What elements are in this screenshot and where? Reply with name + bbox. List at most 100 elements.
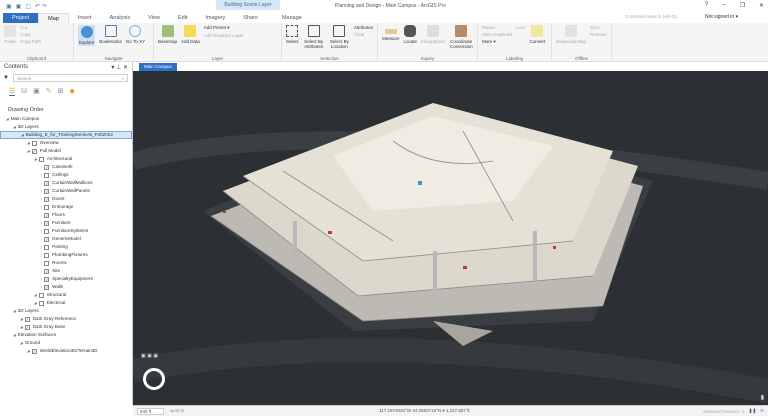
expand-toggle[interactable]: ◢ bbox=[20, 315, 23, 323]
expand-toggle[interactable]: › bbox=[41, 219, 42, 227]
expand-toggle[interactable]: › bbox=[41, 283, 42, 291]
layer-tree-item[interactable]: ◢ Main Campus bbox=[0, 115, 132, 123]
expand-toggle[interactable]: ◢ bbox=[13, 331, 16, 339]
layer-tree-item[interactable]: › ✓ Doors bbox=[0, 195, 132, 203]
add-graphics-layer-button[interactable]: Add Graphics Layer bbox=[204, 33, 244, 38]
map-view-3d[interactable]: ▣ ▣ ▣ ▮ bbox=[133, 71, 768, 405]
tab-imagery[interactable]: Imagery bbox=[196, 13, 234, 23]
select-button[interactable]: Select bbox=[286, 25, 299, 44]
add-data-button[interactable]: Add Data bbox=[181, 25, 200, 44]
layer-tree-item[interactable]: › ✓ Walls bbox=[0, 283, 132, 291]
remove-button[interactable]: Remove bbox=[590, 32, 607, 37]
lock-button[interactable]: Lock bbox=[516, 25, 526, 30]
visibility-checkbox[interactable]: ✓ bbox=[44, 164, 50, 170]
status-tools[interactable]: ⇆ ⊞ ⊟ bbox=[170, 408, 184, 414]
visibility-checkbox[interactable]: ✓ bbox=[24, 324, 30, 330]
copy-path-button[interactable]: Copy Path bbox=[20, 39, 41, 44]
layer-tree-item[interactable]: › PlumbingFixtures bbox=[0, 251, 132, 259]
cut-button[interactable]: Cut bbox=[20, 25, 41, 30]
layer-tree-item[interactable]: ◢ 2D Layers bbox=[0, 307, 132, 315]
restore-button[interactable]: ❐ bbox=[740, 2, 745, 9]
visibility-checkbox[interactable]: ✓ bbox=[44, 220, 50, 226]
sign-in-button[interactable]: Not signed in ▾ bbox=[705, 14, 738, 20]
close-button[interactable]: ✕ bbox=[759, 2, 764, 9]
expand-toggle[interactable]: ◢ bbox=[20, 323, 23, 331]
tab-analysis[interactable]: Analysis bbox=[101, 13, 139, 23]
expand-toggle[interactable]: › bbox=[41, 243, 42, 251]
expand-toggle[interactable]: ◢ bbox=[27, 347, 30, 355]
tab-insert[interactable]: Insert bbox=[69, 13, 101, 23]
expand-toggle[interactable]: ◢ bbox=[13, 307, 16, 315]
paste-button[interactable]: Paste bbox=[4, 25, 16, 44]
expand-toggle[interactable]: › bbox=[41, 179, 42, 187]
bookmarks-button[interactable]: Bookmarks bbox=[99, 25, 122, 44]
expand-toggle[interactable]: › bbox=[41, 195, 42, 203]
navigator-icon[interactable] bbox=[143, 368, 165, 390]
selected-features[interactable]: Selected Features: 1 bbox=[703, 409, 745, 414]
download-map-button[interactable]: Download Map bbox=[556, 25, 586, 44]
layer-tree-item[interactable]: ◢ ✓ WorldElevation3D/Terrain3D bbox=[0, 347, 132, 355]
visibility-checkbox[interactable] bbox=[38, 156, 44, 162]
basemap-button[interactable]: Basemap bbox=[158, 25, 177, 44]
refresh-icon[interactable]: ⟳ bbox=[760, 408, 764, 414]
visibility-checkbox[interactable] bbox=[38, 300, 44, 306]
visibility-checkbox[interactable]: ✓ bbox=[31, 148, 37, 154]
layer-tree-item[interactable]: › ✓ CurtainWallPanels bbox=[0, 187, 132, 195]
layer-tree-item[interactable]: › Entourage bbox=[0, 203, 132, 211]
layer-tree-item[interactable]: › ✓ SpecialtyEquipment bbox=[0, 275, 132, 283]
expand-toggle[interactable]: ◢ bbox=[20, 339, 23, 347]
coordinate-conversion-button[interactable]: Coordinate Conversion bbox=[450, 25, 473, 49]
layer-tree-item[interactable]: ◢ Elevation Surfaces bbox=[0, 331, 132, 339]
visibility-checkbox[interactable] bbox=[38, 292, 44, 298]
drawing-order-icon[interactable]: ☰ bbox=[9, 87, 16, 96]
expand-toggle[interactable]: ◢ bbox=[34, 155, 37, 163]
visibility-checkbox[interactable]: ✓ bbox=[24, 316, 30, 322]
tab-project[interactable]: Project bbox=[3, 13, 39, 23]
layer-tree-item[interactable]: › ✓ Site bbox=[0, 267, 132, 275]
scale-selector[interactable]: 545 ft bbox=[137, 407, 165, 415]
visibility-checkbox[interactable]: ✓ bbox=[44, 196, 50, 202]
expand-toggle[interactable]: › bbox=[41, 163, 42, 171]
expand-toggle[interactable]: ◢ bbox=[13, 123, 16, 131]
expand-toggle[interactable]: ◢ bbox=[6, 115, 9, 123]
attributes-button[interactable]: Attributes bbox=[354, 25, 373, 30]
layer-tree-item[interactable]: ◢ Architectural bbox=[0, 155, 132, 163]
expand-toggle[interactable]: ◢ bbox=[34, 291, 37, 299]
selection-icon[interactable]: ▣ bbox=[33, 87, 40, 96]
contents-search-input[interactable]: Search ⌕ bbox=[12, 74, 128, 82]
layer-tree-item[interactable]: › Ceilings bbox=[0, 171, 132, 179]
convert-button[interactable]: Convert bbox=[529, 25, 545, 44]
visibility-checkbox[interactable]: ✓ bbox=[44, 276, 50, 282]
tab-main-campus[interactable]: Main Campus bbox=[139, 63, 177, 71]
measure-button[interactable]: Measure bbox=[382, 25, 400, 41]
layer-tree-item[interactable]: ◢ Ground bbox=[0, 339, 132, 347]
tab-view[interactable]: View bbox=[139, 13, 169, 23]
overview-icon[interactable]: ▮ bbox=[761, 394, 764, 401]
goto-xy-button[interactable]: Go To XY bbox=[126, 25, 145, 44]
tab-edit[interactable]: Edit bbox=[169, 13, 196, 23]
visibility-checkbox[interactable] bbox=[31, 140, 37, 146]
layer-tree-item[interactable]: › FurnitureSystems bbox=[0, 227, 132, 235]
expand-toggle[interactable]: › bbox=[41, 203, 42, 211]
layer-tree-item[interactable]: › ✓ GenericModel bbox=[0, 235, 132, 243]
snapping-icon[interactable]: ⊞ bbox=[58, 87, 64, 96]
layer-tree-item[interactable]: › ✓ Floors bbox=[0, 211, 132, 219]
pause-drawing-icon[interactable]: ❚❚ bbox=[749, 408, 757, 414]
visibility-checkbox[interactable]: ✓ bbox=[44, 268, 50, 274]
visibility-checkbox[interactable] bbox=[44, 172, 50, 178]
select-by-location-button[interactable]: Select By Location bbox=[329, 25, 350, 49]
visibility-checkbox[interactable] bbox=[44, 228, 50, 234]
copy-button[interactable]: Copy bbox=[20, 32, 41, 37]
visibility-checkbox[interactable]: ✓ bbox=[31, 348, 37, 354]
layer-tree-item[interactable]: ◢ ✓ Full Model bbox=[0, 147, 132, 155]
expand-toggle[interactable]: › bbox=[41, 211, 42, 219]
expand-toggle[interactable]: › bbox=[41, 235, 42, 243]
layer-tree-item[interactable]: ◢ Overview bbox=[0, 139, 132, 147]
pane-controls[interactable]: ▾ ⊥ ✕ bbox=[111, 64, 128, 71]
expand-toggle[interactable]: › bbox=[41, 171, 42, 179]
minimize-button[interactable]: – bbox=[722, 2, 725, 9]
expand-toggle[interactable]: › bbox=[41, 259, 42, 267]
help-button[interactable]: ? bbox=[705, 2, 708, 9]
filter-icon[interactable]: ▼ bbox=[3, 75, 9, 81]
clear-button[interactable]: Clear bbox=[354, 32, 373, 37]
